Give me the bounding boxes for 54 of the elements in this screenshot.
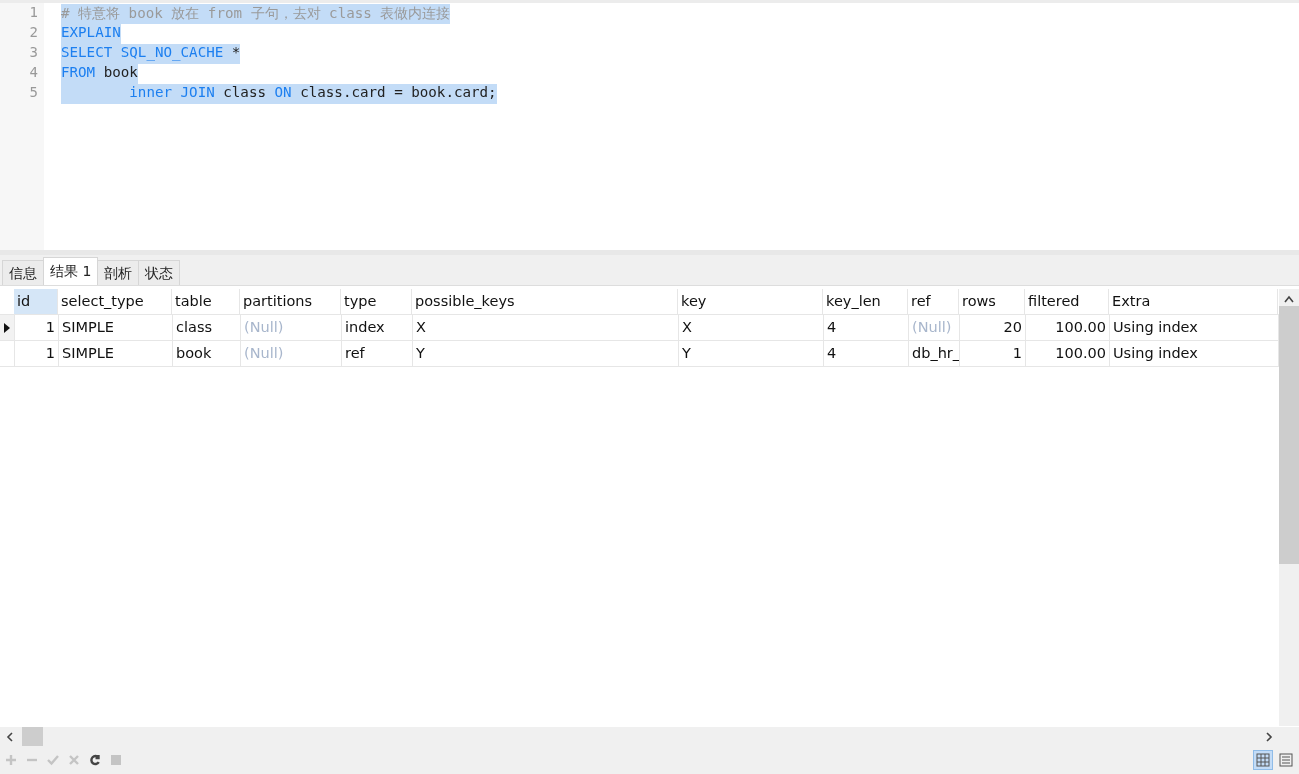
table-cell: 4 bbox=[824, 341, 909, 366]
column-header[interactable]: partitions bbox=[240, 289, 341, 314]
column-header[interactable]: id bbox=[14, 289, 58, 314]
table-cell: SIMPLE bbox=[59, 341, 173, 366]
table-cell: X bbox=[679, 315, 824, 340]
row-header[interactable] bbox=[0, 315, 15, 340]
table-cell: (Null) bbox=[241, 315, 342, 340]
result-tab[interactable]: 剖析 bbox=[97, 260, 140, 285]
table-cell: 100.00 bbox=[1026, 341, 1110, 366]
scroll-right-icon[interactable] bbox=[1265, 731, 1273, 742]
column-header[interactable]: Extra bbox=[1109, 289, 1278, 314]
view-toggle[interactable] bbox=[1253, 750, 1273, 770]
line-number: 4 bbox=[28, 64, 39, 82]
table-cell: 100.00 bbox=[1026, 315, 1110, 340]
column-header[interactable]: table bbox=[172, 289, 240, 314]
column-header[interactable]: rows bbox=[959, 289, 1025, 314]
scrollbar-thumb[interactable] bbox=[22, 727, 43, 746]
table-cell: X bbox=[413, 315, 679, 340]
table-cell: index bbox=[342, 315, 413, 340]
table-cell: book bbox=[173, 341, 241, 366]
table-cell: 1 bbox=[15, 341, 59, 366]
line-number: 5 bbox=[28, 84, 39, 102]
scroll-up-icon[interactable] bbox=[1284, 295, 1294, 303]
column-header[interactable]: select_type bbox=[58, 289, 172, 314]
table-cell: 4 bbox=[824, 315, 909, 340]
table-cell: Y bbox=[413, 341, 679, 366]
line-number: 1 bbox=[28, 4, 39, 22]
line-number: 3 bbox=[28, 44, 39, 62]
grid-view-icon bbox=[1256, 753, 1270, 767]
result-tab[interactable]: 信息 bbox=[2, 260, 44, 285]
table-cell: (Null) bbox=[241, 341, 342, 366]
scroll-left-icon[interactable] bbox=[6, 731, 14, 742]
table-cell: 1 bbox=[960, 341, 1026, 366]
form-view-icon bbox=[1279, 753, 1293, 767]
column-header[interactable]: ref bbox=[908, 289, 959, 314]
column-header[interactable]: key bbox=[678, 289, 823, 314]
table-cell: 20 bbox=[960, 315, 1026, 340]
row-pointer-icon bbox=[4, 322, 10, 333]
column-header[interactable]: type bbox=[341, 289, 412, 314]
column-header[interactable]: key_len bbox=[823, 289, 908, 314]
result-tab[interactable]: 状态 bbox=[138, 260, 181, 285]
table-cell: SIMPLE bbox=[59, 315, 173, 340]
table-cell: class bbox=[173, 315, 241, 340]
scrollbar-thumb[interactable] bbox=[1279, 306, 1299, 564]
line-number: 2 bbox=[28, 24, 39, 42]
table-cell: Y bbox=[679, 341, 824, 366]
column-header[interactable]: filtered bbox=[1025, 289, 1109, 314]
refresh-icon[interactable] bbox=[89, 754, 101, 766]
result-tab[interactable]: 结果 1 bbox=[43, 257, 99, 285]
table-cell: ref bbox=[342, 341, 413, 366]
view-toggle[interactable] bbox=[1276, 750, 1296, 770]
table-cell: (Null) bbox=[909, 315, 960, 340]
table-cell: 1 bbox=[15, 315, 59, 340]
column-header[interactable]: possible_keys bbox=[412, 289, 678, 314]
